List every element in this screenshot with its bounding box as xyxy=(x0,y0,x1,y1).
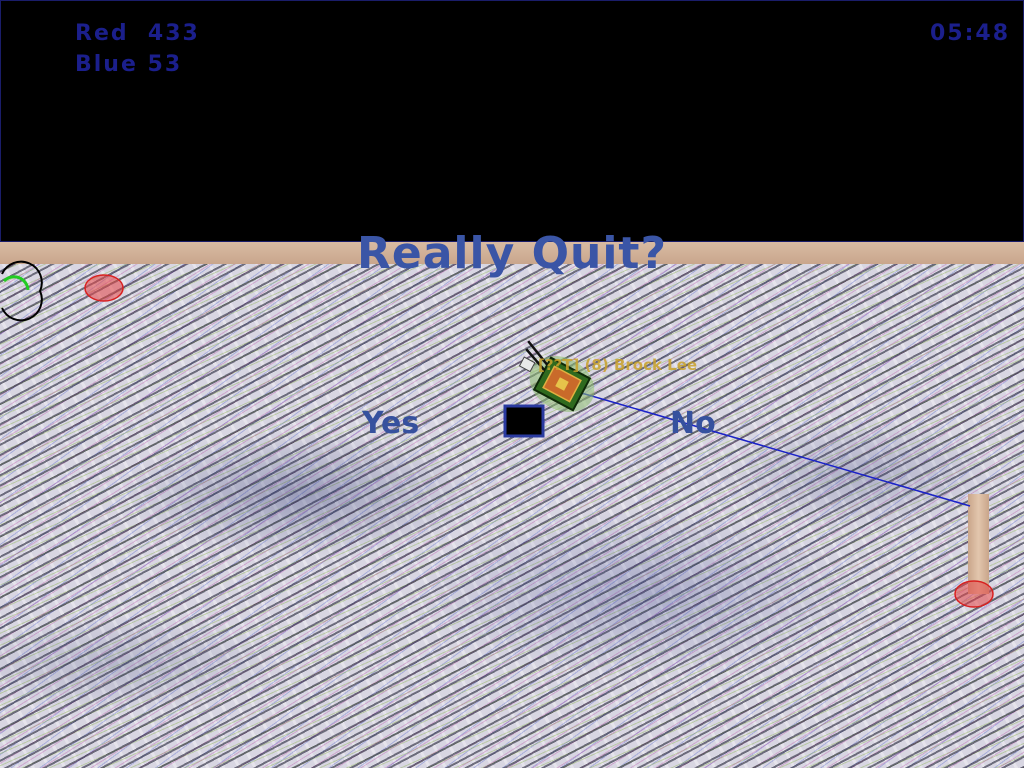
cursor-layer xyxy=(503,404,545,438)
black-square-cursor-icon xyxy=(503,404,545,438)
